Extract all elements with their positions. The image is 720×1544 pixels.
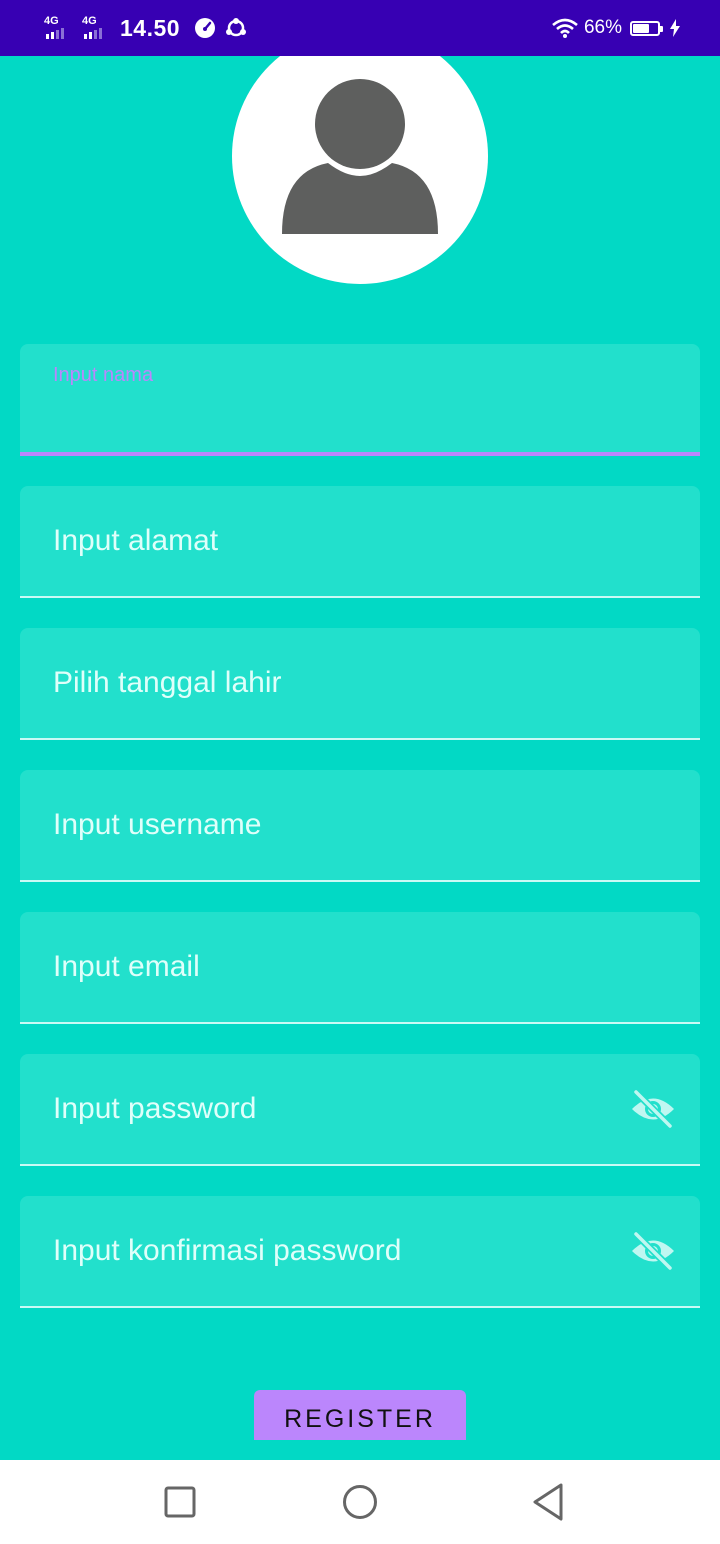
triangle-back-icon — [533, 1483, 563, 1521]
network-type: 4G — [82, 15, 97, 27]
nama-label: Input nama — [53, 364, 154, 386]
field-underline — [20, 452, 700, 456]
konfirmasi-password-field[interactable]: Input konfirmasi password — [20, 1196, 700, 1308]
alamat-field[interactable]: Input alamat — [20, 486, 700, 598]
gauge-icon — [194, 17, 216, 39]
navigation-bar — [0, 1460, 720, 1544]
home-button[interactable] — [320, 1460, 400, 1544]
square-icon — [164, 1486, 196, 1518]
password-field[interactable]: Input password — [20, 1054, 700, 1166]
network-type: 4G — [44, 15, 59, 27]
eye-off-icon[interactable] — [630, 1088, 676, 1130]
sync-icon — [224, 17, 248, 39]
battery-percent: 66% — [583, 17, 622, 38]
signal-icon: 4G — [42, 13, 76, 43]
nama-field[interactable]: Input nama — [20, 344, 700, 456]
password-hint: Input password — [53, 1092, 257, 1125]
battery-icon — [630, 20, 663, 36]
username-field[interactable]: Input username — [20, 770, 700, 882]
circle-icon — [343, 1485, 377, 1519]
status-bar: 4G 4G 14.50 66% — [0, 0, 720, 56]
field-underline — [20, 1022, 700, 1024]
register-button[interactable]: REGISTER — [254, 1390, 466, 1440]
clock: 14.50 — [120, 14, 181, 41]
recents-button[interactable] — [140, 1460, 220, 1544]
charging-icon — [670, 19, 680, 37]
wifi-icon — [552, 18, 578, 38]
field-underline — [20, 596, 700, 598]
signal-icon: 4G — [80, 13, 114, 43]
tanggal-lahir-hint: Pilih tanggal lahir — [53, 666, 282, 699]
back-button[interactable] — [508, 1460, 588, 1544]
username-hint: Input username — [53, 808, 262, 841]
alamat-hint: Input alamat — [53, 524, 219, 557]
field-underline — [20, 1164, 700, 1166]
status-left: 4G 4G 14.50 — [42, 0, 256, 56]
email-hint: Input email — [53, 950, 200, 983]
tanggal-lahir-field[interactable]: Pilih tanggal lahir — [20, 628, 700, 740]
field-underline — [20, 1306, 700, 1308]
person-icon — [282, 76, 438, 234]
eye-off-icon[interactable] — [630, 1230, 676, 1272]
profile-avatar[interactable] — [232, 56, 488, 284]
field-underline — [20, 738, 700, 740]
status-right: 66% — [552, 0, 680, 56]
email-field[interactable]: Input email — [20, 912, 700, 1024]
field-underline — [20, 880, 700, 882]
konfirmasi-password-hint: Input konfirmasi password — [53, 1234, 402, 1267]
